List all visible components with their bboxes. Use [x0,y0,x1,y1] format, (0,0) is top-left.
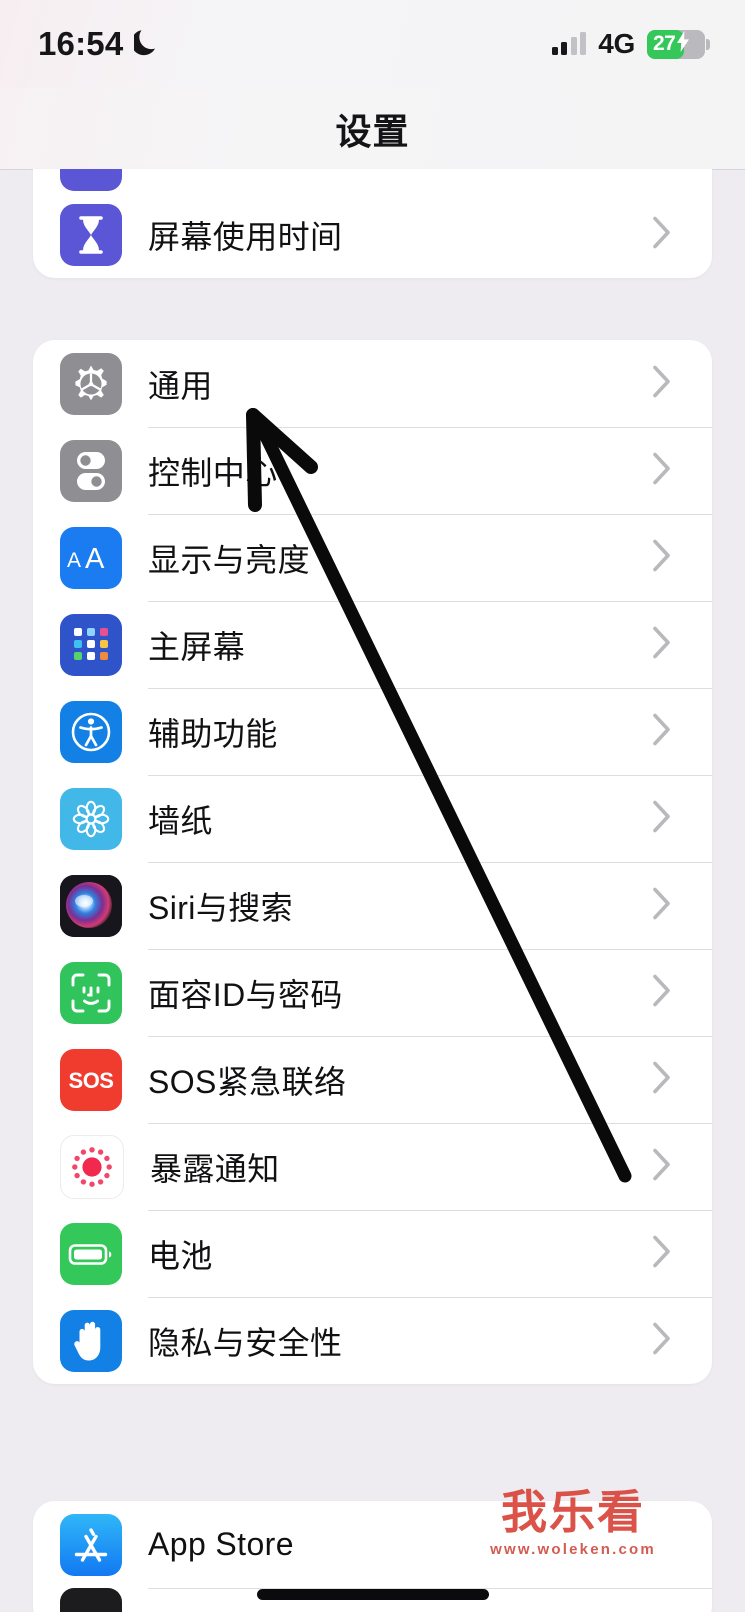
page-title: 设置 [335,111,410,152]
network-type-label: 4G [598,28,635,59]
navigation-bar: 设置 [0,88,745,170]
hand-raised-icon [60,1309,122,1372]
hourglass-icon [60,203,122,266]
svg-text:A: A [67,549,81,572]
toggles-icon [60,439,122,502]
moon-icon [131,27,160,62]
iphone-settings-screen: 16:54 4G 27 设置 屏幕使用时间 通用 控制中心 A A 显示与亮度 … [0,0,745,1612]
clipped-row-above[interactable] [33,169,712,191]
chevron-right-icon [652,364,672,403]
settings-row-home-screen[interactable]: 主屏幕 [33,601,712,688]
chevron-right-icon [652,712,672,751]
settings-row-app-store[interactable]: App Store [33,1501,712,1588]
settings-group-system: 通用 控制中心 A A 显示与亮度 主屏幕 辅助功能 墙纸 Siri与搜索 面容… [33,340,712,1384]
gear-icon [60,352,122,415]
settings-scroll-view[interactable]: 屏幕使用时间 通用 控制中心 A A 显示与亮度 主屏幕 辅助功能 墙纸 Sir… [0,169,745,1612]
settings-row-screen-time[interactable]: 屏幕使用时间 [33,191,712,278]
svg-text:SOS: SOS [69,1068,114,1093]
settings-row-label: 屏幕使用时间 [148,218,343,255]
settings-group-screen-time: 屏幕使用时间 [33,169,712,278]
status-bar-clock: 16:54 [38,25,124,62]
settings-row-exposure-notifications[interactable]: 暴露通知 [33,1123,712,1210]
settings-row-emergency-sos[interactable]: SOS SOS紧急联络 [33,1036,712,1123]
settings-row-privacy-security[interactable]: 隐私与安全性 [33,1297,712,1384]
chevron-right-icon [652,1234,672,1273]
flower-icon [60,787,122,850]
charging-bolt-icon [676,31,690,57]
chevron-right-icon [652,1060,672,1099]
settings-row-general[interactable]: 通用 [33,340,712,427]
chevron-right-icon [652,1147,672,1186]
settings-row-accessibility[interactable]: 辅助功能 [33,688,712,775]
app-store-icon [60,1513,122,1576]
settings-row-label: 隐私与安全性 [148,1324,343,1361]
app-grid-icon [60,613,122,676]
chevron-right-icon [652,625,672,664]
chevron-right-icon [652,215,672,254]
settings-row-label: 通用 [148,367,213,404]
settings-row-battery[interactable]: 电池 [33,1210,712,1297]
exposure-dots-icon [60,1134,124,1199]
battery-icon [60,1222,122,1285]
battery-charging-icon: 27 [647,29,710,59]
face-id-icon [60,961,122,1024]
sos-icon: SOS [60,1048,122,1111]
settings-row-label: SOS紧急联络 [148,1063,347,1100]
text-size-aa-icon: A A [60,526,122,589]
settings-row-wallpaper[interactable]: 墙纸 [33,775,712,862]
svg-text:A: A [85,543,105,575]
settings-row-label: 控制中心 [148,454,278,491]
settings-row-label: 面容ID与密码 [148,976,343,1013]
settings-row-display-brightness[interactable]: A A 显示与亮度 [33,514,712,601]
status-bar-right: 4G 27 [551,28,710,60]
settings-row-label: App Store [148,1526,294,1562]
chevron-right-icon [652,1321,672,1360]
siri-orb-icon [60,874,122,937]
settings-row-label: 显示与亮度 [148,541,311,578]
chevron-right-icon [652,973,672,1012]
status-bar: 16:54 4G 27 [0,0,745,88]
settings-row-control-center[interactable]: 控制中心 [33,427,712,514]
battery-cap [706,38,710,50]
status-bar-left: 16:54 [38,25,160,63]
settings-row-label: Siri与搜索 [148,889,294,926]
settings-row-label: 暴露通知 [150,1150,280,1187]
cellular-signal-icon [551,32,587,55]
home-indicator-bar[interactable] [256,1589,489,1600]
settings-row-siri-search[interactable]: Siri与搜索 [33,862,712,949]
chevron-right-icon [652,886,672,925]
chevron-right-icon [652,799,672,838]
settings-row-label: 墙纸 [148,802,213,839]
chevron-right-icon [652,451,672,490]
settings-row-face-id[interactable]: 面容ID与密码 [33,949,712,1036]
settings-row-label: 电池 [148,1237,213,1274]
clipped-dark-icon [60,1588,122,1612]
chevron-right-icon [652,538,672,577]
settings-row-label: 主屏幕 [148,628,246,665]
battery-percent-label: 27 [653,32,676,55]
settings-row-label: 辅助功能 [148,715,278,752]
accessibility-icon [60,700,122,763]
clipped-purple-icon [60,169,122,191]
